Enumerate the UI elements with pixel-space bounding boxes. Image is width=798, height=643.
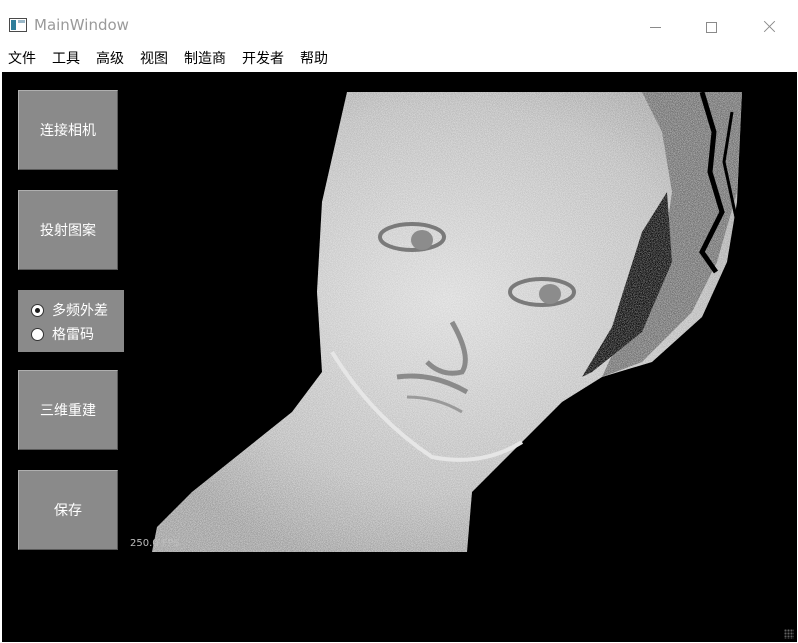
reconstruct-3d-button[interactable]: 三维重建 (18, 370, 118, 450)
radio-option-graycode[interactable]: 格雷码 (31, 322, 124, 346)
menu-bar: 文件 工具 高级 视图 制造商 开发者 帮助 (0, 48, 798, 70)
radio-label: 多频外差 (52, 303, 108, 319)
fps-counter: 250.0 FPS (130, 538, 180, 549)
minimize-button[interactable] (632, 12, 678, 42)
resize-grip-icon[interactable] (784, 629, 794, 639)
radio-option-multifrequency[interactable]: 多频外差 (31, 298, 124, 322)
menu-file[interactable]: 文件 (0, 48, 44, 70)
menu-tools[interactable]: 工具 (44, 48, 88, 70)
project-pattern-button[interactable]: 投射图案 (18, 190, 118, 270)
minimize-icon (649, 26, 661, 28)
maximize-icon (705, 21, 717, 33)
menu-view[interactable]: 视图 (132, 48, 176, 70)
save-button[interactable]: 保存 (18, 470, 118, 550)
close-icon (762, 20, 776, 34)
radio-checked-icon[interactable] (31, 303, 44, 317)
menu-advanced[interactable]: 高级 (88, 48, 132, 70)
close-button[interactable] (746, 12, 792, 42)
connect-camera-button[interactable]: 连接相机 (18, 90, 118, 170)
depth-face-image (152, 91, 742, 552)
window-title: MainWindow (34, 16, 129, 34)
pattern-mode-group: 多频外差 格雷码 (18, 290, 124, 352)
app-icon (9, 18, 27, 32)
viewer-canvas[interactable]: 250.0 FPS 连接相机 投射图案 多频外差 格雷码 三维重建 保存 (2, 72, 797, 642)
menu-developer[interactable]: 开发者 (234, 48, 292, 70)
maximize-button[interactable] (688, 12, 734, 42)
menu-help[interactable]: 帮助 (292, 48, 336, 70)
title-bar[interactable]: MainWindow (0, 0, 798, 46)
radio-label: 格雷码 (52, 327, 94, 343)
menu-manufacturer[interactable]: 制造商 (176, 48, 234, 70)
radio-unchecked-icon[interactable] (31, 327, 44, 341)
